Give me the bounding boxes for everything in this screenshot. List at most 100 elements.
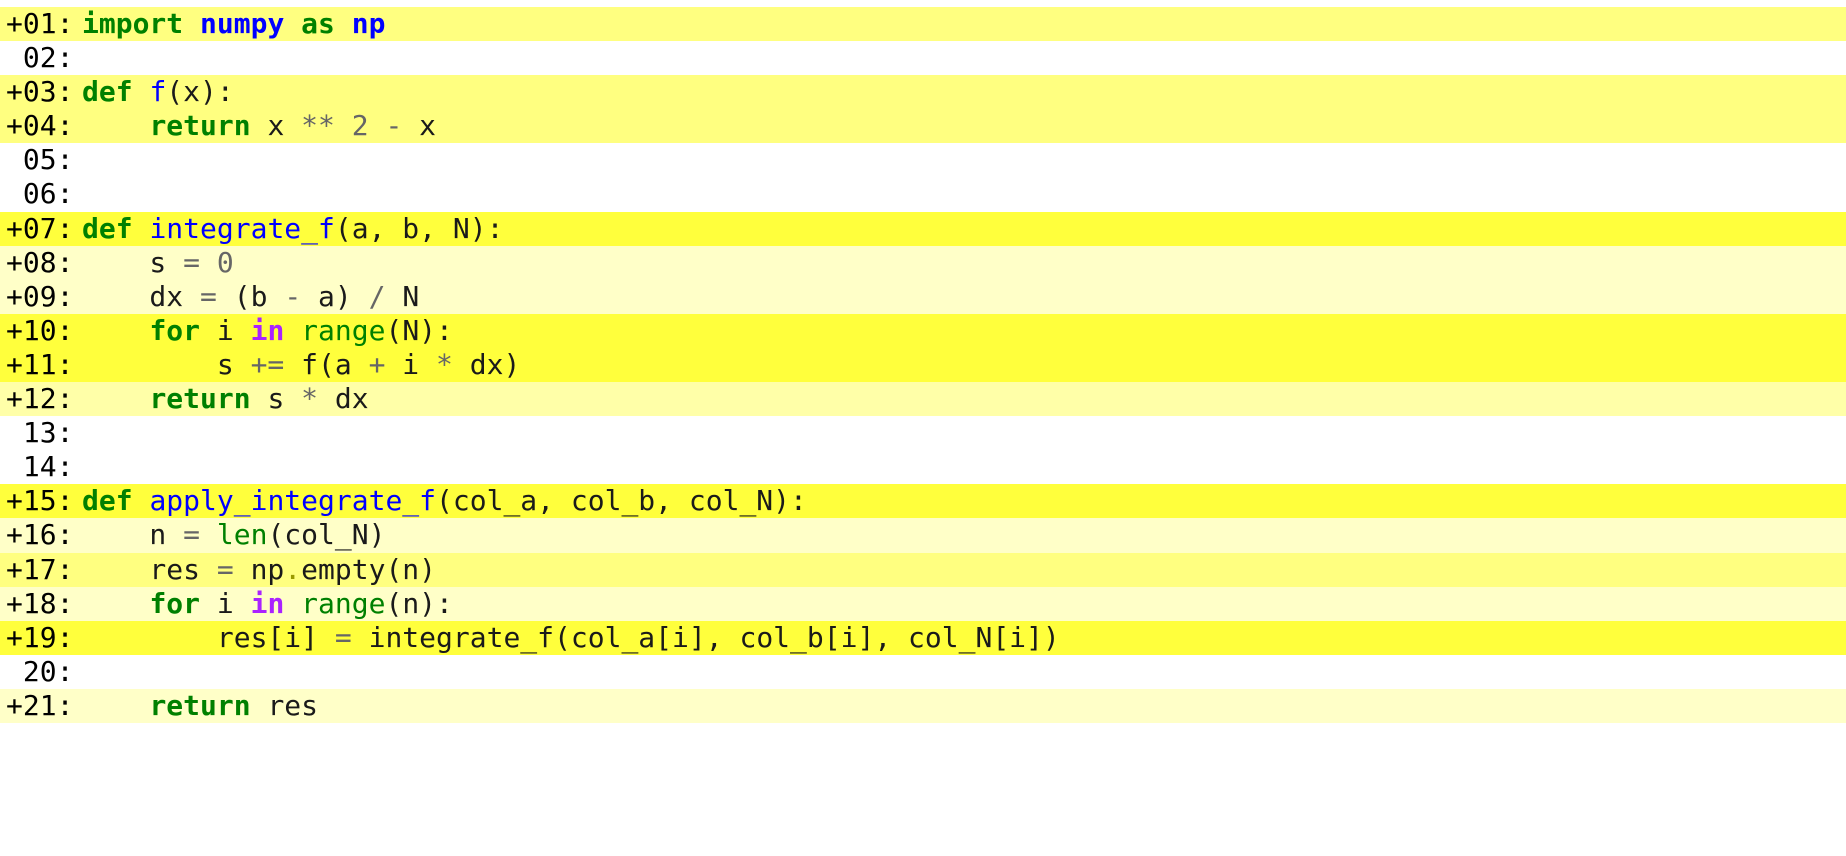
code-token: * [301,382,319,416]
line-number[interactable]: +17: [0,553,82,587]
line-source: return s * dx [82,382,369,416]
code-line[interactable]: +10: for i in range(N): [0,313,1846,348]
code-line[interactable]: +17: res = np.empty(n) [0,552,1846,587]
code-token: - [385,109,403,143]
code-token: = [183,518,201,552]
code-line[interactable]: 20: [0,654,1846,689]
code-line[interactable]: +15: def apply_integrate_f(col_a, col_b, … [0,484,1846,519]
code-line[interactable]: +07: def integrate_f(a, b, N): [0,211,1846,246]
line-number[interactable]: +07: [0,212,82,246]
code-token: integrate_f(col_a[i], col_b[i], col_N[i]… [351,620,1060,654]
code-line[interactable]: +08: s = 0 [0,245,1846,280]
code-line[interactable]: 02: [0,41,1846,76]
line-number[interactable]: +08: [0,246,82,280]
line-source: s = 0 [82,245,234,279]
code-token: def [82,484,133,518]
line-number[interactable]: +09: [0,280,82,314]
code-token: a) [301,279,369,313]
line-number[interactable]: +04: [0,109,82,143]
line-number[interactable]: 05: [0,143,82,177]
code-token: return [149,382,251,416]
line-number[interactable]: +19: [0,621,82,655]
line-number[interactable]: +18: [0,587,82,621]
code-token: res [82,552,217,586]
line-number[interactable]: +16: [0,518,82,552]
line-number[interactable]: +15: [0,484,82,518]
code-token: x [250,109,302,143]
line-number[interactable]: 20: [0,655,82,689]
code-line[interactable]: +03: def f(x): [0,75,1846,110]
code-line[interactable]: +16: n = len(col_N) [0,518,1846,553]
code-token: in [250,586,285,620]
code-token: (b [216,279,285,313]
code-line[interactable]: +18: for i in range(n): [0,586,1846,621]
code-token: integrate_f [149,211,335,245]
code-token: return [149,109,251,143]
line-source: return res [82,689,318,722]
code-line[interactable]: 05: [0,143,1846,178]
code-token: - [284,279,302,313]
code-token: i [385,347,437,381]
line-source: import numpy as np [82,7,385,40]
line-source: return x ** 2 - x [82,109,436,142]
code-token: return [149,688,251,722]
code-line[interactable]: +09: dx = (b - a) / N [0,279,1846,314]
line-source: res = np.empty(n) [82,553,436,586]
code-token: in [250,313,285,347]
line-number[interactable]: +11: [0,348,82,382]
code-line[interactable]: +11: s += f(a + i * dx) [0,347,1846,383]
line-number[interactable]: 13: [0,416,82,450]
code-token: s [250,382,302,416]
code-token: import [82,7,184,40]
code-token: f(a [284,347,369,381]
code-token: range [301,586,386,620]
code-token: res[i] [82,620,335,654]
code-line[interactable]: 14: [0,450,1846,485]
line-source: def apply_integrate_f(col_a, col_b, col_… [82,484,807,517]
line-number[interactable]: 06: [0,177,82,211]
code-token: np [351,7,386,40]
line-number[interactable]: +10: [0,314,82,348]
code-token: 0 [216,245,234,279]
line-number[interactable]: 02: [0,41,82,75]
code-line[interactable]: +04: return x ** 2 - x [0,109,1846,144]
code-token: numpy [200,7,285,40]
line-number[interactable]: +01: [0,7,82,41]
line-source: res[i] = integrate_f(col_a[i], col_b[i],… [82,621,1060,654]
code-token: for [149,586,201,620]
line-source: def integrate_f(a, b, N): [82,212,503,245]
code-token: f [149,75,167,109]
code-line[interactable]: +12: return s * dx [0,382,1846,417]
code-token: res [250,688,319,722]
code-line[interactable]: 06: [0,177,1846,212]
code-token: = [183,245,201,279]
code-token: def [82,211,133,245]
line-number[interactable]: +21: [0,689,82,723]
code-token: (x): [166,75,234,109]
code-line[interactable]: +01: import numpy as np [0,7,1846,42]
code-token: x [402,109,437,143]
code-line[interactable]: 13: [0,416,1846,451]
line-number[interactable]: 14: [0,450,82,484]
line-number[interactable]: +12: [0,382,82,416]
code-token: s [82,347,251,381]
code-line[interactable]: +21: return res [0,688,1846,723]
code-line[interactable]: +19: res[i] = integrate_f(col_a[i], col_… [0,620,1846,655]
code-token: empty(n) [301,552,437,586]
annotated-code-view: +01: import numpy as np 02: +03: def f(x): +… [0,7,1846,723]
code-token: dx [318,382,369,416]
line-number[interactable]: +03: [0,75,82,109]
code-token: (a, b, N): [334,211,504,245]
code-token: dx [82,279,201,313]
